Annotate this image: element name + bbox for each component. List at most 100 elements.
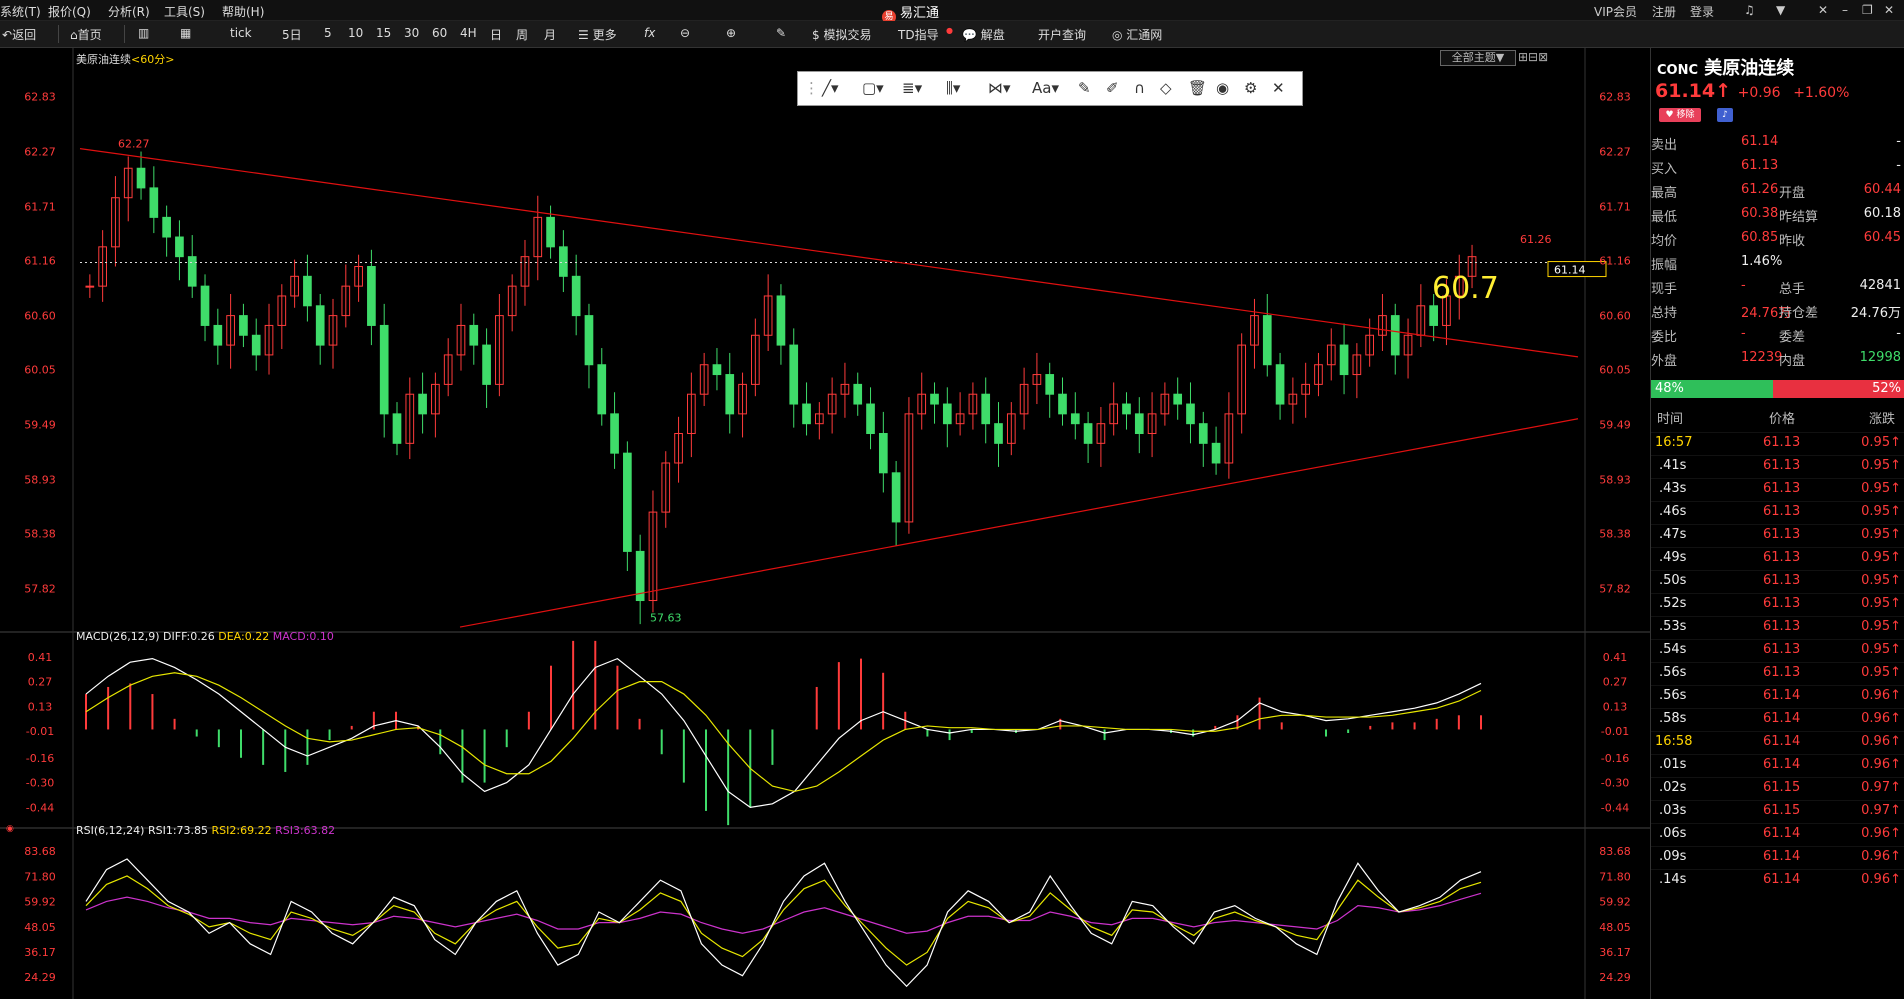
- quote-row: 买入 61.13 -: [1651, 158, 1904, 182]
- minimize-icon[interactable]: –: [1842, 3, 1848, 17]
- back-button[interactable]: ↶返回: [2, 26, 36, 43]
- period-60[interactable]: 60: [432, 26, 447, 40]
- tick-price: 61.13: [1763, 481, 1801, 496]
- close-icon[interactable]: ✕: [1884, 3, 1894, 17]
- register-link[interactable]: 注册: [1652, 3, 1676, 20]
- ruler-icon[interactable]: ✎: [1078, 79, 1091, 97]
- bar-chart-icon[interactable]: ▥: [138, 26, 149, 40]
- tick-price: 61.13: [1763, 665, 1801, 680]
- theme-button[interactable]: 全部主题▼: [1440, 50, 1516, 66]
- rsi1-value: RSI1:73.85: [147, 824, 209, 837]
- rsi-settings-icon[interactable]: ◉: [6, 824, 14, 834]
- rect-tool-icon[interactable]: ▢▾: [862, 79, 884, 97]
- magnet-icon[interactable]: ∩: [1134, 79, 1145, 97]
- period-4h[interactable]: 4H: [460, 26, 477, 40]
- period-week[interactable]: 周: [516, 26, 528, 43]
- quote-label: 振幅: [1651, 258, 1678, 273]
- tick-price: 61.14: [1763, 872, 1801, 887]
- zoom-out-icon[interactable]: ⊖: [680, 26, 690, 40]
- period-month[interactable]: 月: [544, 26, 556, 43]
- account-query-button[interactable]: 开户查询: [1038, 26, 1086, 43]
- up-arrow-icon: ↑: [1890, 481, 1901, 496]
- candle-body: [1275, 364, 1285, 405]
- tick-button[interactable]: tick: [230, 26, 252, 40]
- bell-icon[interactable]: ♪: [1717, 108, 1733, 122]
- tick-row: .50s 61.13 0.95↑: [1651, 570, 1904, 594]
- eraser-icon[interactable]: ◇: [1160, 79, 1172, 97]
- macd-diff: DIFF:0.26: [163, 630, 215, 643]
- candle-icon[interactable]: ▦: [180, 26, 191, 40]
- quote-value: 60.85: [1741, 230, 1779, 245]
- candle-body: [866, 403, 875, 435]
- formula-button[interactable]: fx: [644, 26, 655, 40]
- tick-time: .02s: [1659, 780, 1687, 795]
- drag-handle-icon[interactable]: ⋮: [804, 79, 819, 97]
- period-5[interactable]: 5: [324, 26, 332, 40]
- period-day[interactable]: 日: [490, 26, 502, 43]
- vip-link[interactable]: VIP会员: [1594, 3, 1637, 20]
- pattern-tool-icon[interactable]: ⋈▾: [988, 79, 1011, 97]
- candle-body: [1045, 374, 1055, 395]
- candle-body: [1429, 305, 1438, 326]
- gear-icon[interactable]: ⚙: [1244, 79, 1257, 97]
- candle-body: [303, 275, 312, 307]
- candle-body: [776, 295, 786, 346]
- trash-icon[interactable]: 🗑: [1188, 79, 1207, 97]
- tick-change: 0.95↑: [1861, 527, 1901, 542]
- tick-time: .09s: [1659, 849, 1687, 864]
- quote-value: 12239: [1741, 350, 1783, 365]
- period-10[interactable]: 10: [348, 26, 363, 40]
- menu-system[interactable]: 系统(T): [0, 3, 41, 20]
- up-arrow-icon: ↑: [1890, 803, 1901, 818]
- price-tick-left: 57.82: [24, 583, 56, 596]
- symbol-name: 美原油连续: [1704, 58, 1795, 79]
- tick-price: 61.14: [1763, 757, 1801, 772]
- tick-price: 61.14: [1763, 734, 1801, 749]
- menu-tools[interactable]: 工具(S): [164, 3, 205, 20]
- rsi-tick-left: 48.05: [24, 921, 56, 934]
- pen-icon[interactable]: ✐: [1106, 79, 1119, 97]
- tick-time: .41s: [1659, 458, 1687, 473]
- quote-row: 现手 - 总手 42841: [1651, 278, 1904, 302]
- eye-icon[interactable]: ◉: [1216, 79, 1229, 97]
- channel-tool-icon[interactable]: ⫼▾: [946, 79, 960, 97]
- price-tick-right: 59.49: [1599, 419, 1631, 432]
- remove-watch-button[interactable]: ♥ 移除: [1659, 108, 1701, 122]
- menu-analysis[interactable]: 分析(R): [108, 3, 150, 20]
- headset-icon[interactable]: ♫: [1744, 3, 1755, 17]
- quote-row: 振幅 1.46%: [1651, 254, 1904, 278]
- tick-time: .49s: [1659, 550, 1687, 565]
- up-arrow-icon: ↑: [1890, 435, 1901, 450]
- tick-change: 0.95↑: [1861, 481, 1901, 496]
- text-tool-icon[interactable]: Aa▾: [1032, 79, 1059, 97]
- macd-tick-right: -0.30: [1601, 777, 1629, 790]
- menu-quote[interactable]: 报价(Q): [48, 3, 91, 20]
- home-button[interactable]: ⌂首页: [70, 26, 102, 43]
- menu-help[interactable]: 帮助(H): [222, 3, 264, 20]
- layout-icon[interactable]: ⊞⊟⊠: [1518, 50, 1548, 64]
- candle-body: [878, 433, 888, 474]
- shirt-icon[interactable]: ▼: [1776, 3, 1785, 17]
- period-15[interactable]: 15: [376, 26, 391, 40]
- huitong-button[interactable]: ◎ 汇通网: [1112, 26, 1162, 43]
- rsi-legend: RSI(6,12,24) RSI1:73.85 RSI2:69.22 RSI3:…: [76, 824, 335, 837]
- chart-area[interactable]: 62.83 62.83 62.27 62.27 61.71 61.71 61.16 61.16…: [0, 48, 1650, 999]
- login-link[interactable]: 登录: [1690, 3, 1714, 20]
- up-arrow-icon: ↑: [1890, 826, 1901, 841]
- pin-icon[interactable]: ✕: [1818, 3, 1828, 17]
- sim-trade-button[interactable]: $ 模拟交易: [812, 26, 871, 43]
- candle-body: [1134, 413, 1144, 435]
- period-30[interactable]: 30: [404, 26, 419, 40]
- zoom-in-icon[interactable]: ⊕: [726, 26, 736, 40]
- more-button[interactable]: ☰ 更多: [578, 26, 617, 43]
- tick-price: 61.13: [1763, 435, 1801, 450]
- period-5day[interactable]: 5日: [282, 26, 302, 43]
- draw-pen-icon[interactable]: ✎: [776, 26, 786, 40]
- restore-icon[interactable]: ❐: [1862, 3, 1873, 17]
- fib-tool-icon[interactable]: ≣▾: [902, 79, 922, 97]
- td-guide-button[interactable]: TD指导: [898, 26, 939, 43]
- line-tool-icon[interactable]: ╱▾: [822, 79, 839, 97]
- close-drawtools-icon[interactable]: ✕: [1272, 79, 1285, 97]
- tick-row: .53s 61.13 0.95↑: [1651, 616, 1904, 640]
- analysis-button[interactable]: 💬 解盘: [962, 26, 1005, 43]
